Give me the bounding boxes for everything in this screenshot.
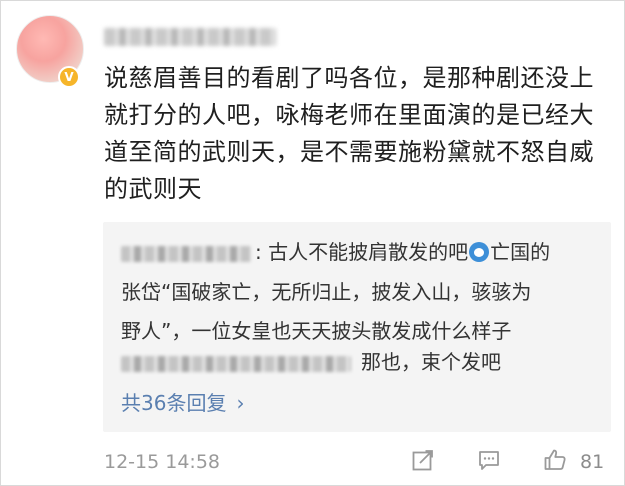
comment-timestamp: 12-15 14:58: [104, 451, 221, 473]
thumbs-up-icon[interactable]: [543, 448, 567, 472]
view-all-replies-link[interactable]: 共36条回复 ›: [121, 387, 244, 416]
username-blurred[interactable]: [104, 28, 276, 46]
chevron-right-icon: ›: [236, 391, 245, 415]
comment-text: 说慈眉善目的看剧了吗各位，是那种剧还没上就打分的人吧，咏梅老师在里面演的是已经大…: [104, 64, 594, 203]
reply-author-2-blurred[interactable]: [121, 355, 351, 372]
reply-author-blurred[interactable]: [121, 245, 251, 262]
reply-line-3: 野人”，一位女皇也天天披头散发成什么样子: [121, 319, 512, 343]
like-count: 81: [580, 451, 605, 473]
verified-badge-icon: V: [58, 66, 80, 88]
reply-line-1: : 古人不能披肩散发的吧 亡国的: [121, 236, 550, 265]
emoji-icon: [469, 242, 490, 262]
comment-icon[interactable]: [477, 448, 501, 472]
reply-line-4: 那也，束个发吧: [121, 346, 501, 375]
reply-preview-box[interactable]: : 古人不能披肩散发的吧 亡国的 张岱“国破家亡，无所归止，披发入山，骇骇为 野人…: [103, 222, 611, 432]
reply-line-2: 张岱“国破家亡，无所归止，披发入山，骇骇为: [121, 280, 532, 304]
share-icon[interactable]: [411, 448, 435, 472]
